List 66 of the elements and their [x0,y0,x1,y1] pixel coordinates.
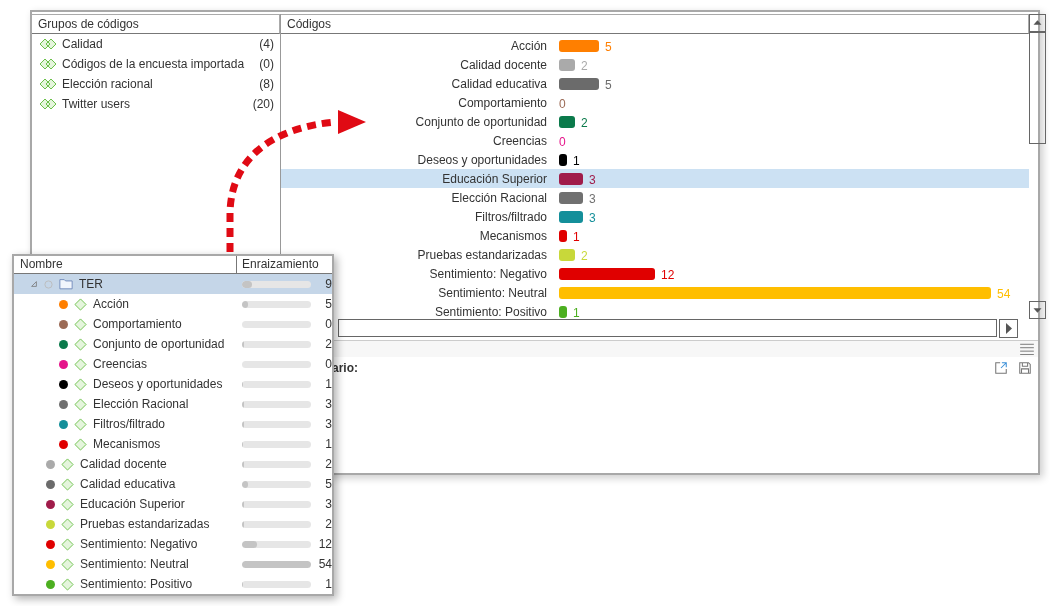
code-name: Mecanismos [93,437,161,451]
code-name: Educación Superior [441,171,547,186]
groundedness-count: 0 [324,317,332,331]
code-name: Mecanismos [478,228,547,243]
data-label: 5 [605,39,612,53]
code-name: Sentimiento: Neutral [437,285,547,300]
groundedness-count: 3 [324,417,332,431]
data-label: 3 [589,172,596,186]
code-name: Sentimiento: Positivo [80,577,193,591]
groundedness-count: 1 [324,377,332,391]
code-name: Creencias [491,133,547,148]
code-name: Comportamiento [457,95,547,110]
code-name: Pruebas estandarizadas [416,247,547,262]
group-count: (8) [259,77,274,91]
code-name: Comportamiento [93,317,182,331]
data-label: 1 [573,305,580,319]
code-name: Elección Racional [450,190,547,205]
code-name: Conjunto de oportunidad [93,337,225,351]
data-label: 0 [559,134,566,148]
groundedness-count: 1 [324,577,332,591]
data-label: 2 [581,58,588,72]
code-name: Pruebas estandarizadas [80,517,210,531]
group-count: (4) [259,37,274,51]
data-label: 12 [661,267,675,281]
groundedness-count: 5 [324,477,332,491]
data-label: 54 [997,286,1011,300]
code-name: Educación Superior [80,497,185,511]
code-name: Sentimiento: Negativo [80,537,198,551]
groundedness-count: 3 [324,397,332,411]
code-name: Calidad docente [459,57,547,72]
code-name: Sentimiento: Neutral [80,557,189,571]
group-count: (20) [252,97,274,111]
code-name: Acción [509,38,547,53]
groundedness-count: 54 [317,557,332,571]
code-name: Elección Racional [93,397,189,411]
group-count: (0) [259,57,274,71]
groundedness-count: 2 [324,457,332,471]
groundedness-count: 1 [324,437,332,451]
groundedness-count: 2 [324,517,332,531]
code-name: Sentimiento: Positivo [433,304,547,319]
groundedness-count: 0 [324,357,332,371]
code-name: Sentimiento: Negativo [428,266,547,281]
code-name: Conjunto de oportunidad [414,114,547,129]
groundedness-count: 5 [324,297,332,311]
data-label: 3 [589,191,596,205]
groundedness-count: 2 [324,337,332,351]
code-name: Filtros/filtrado [473,209,547,224]
data-label: 1 [573,229,580,243]
code-name: Calidad docente [80,457,167,471]
code-name: TER [79,277,103,291]
code-name: Calidad educativa [80,477,176,491]
groundedness-count: 3 [324,497,332,511]
data-label: 2 [581,248,588,262]
code-name: Creencias [93,357,148,371]
code-name: Deseos y oportunidades [416,152,547,167]
data-label: 0 [559,96,566,110]
data-label: 1 [573,153,580,167]
groundedness-count: 12 [317,537,332,551]
code-name: Filtros/filtrado [93,417,166,431]
data-label: 5 [605,77,612,91]
code-name: Calidad educativa [450,76,547,91]
code-name: Deseos y oportunidades [93,377,223,391]
data-label: 2 [581,115,588,129]
data-label: 3 [589,210,596,224]
code-name: Acción [93,297,130,311]
groundedness-count: 9 [324,277,332,291]
